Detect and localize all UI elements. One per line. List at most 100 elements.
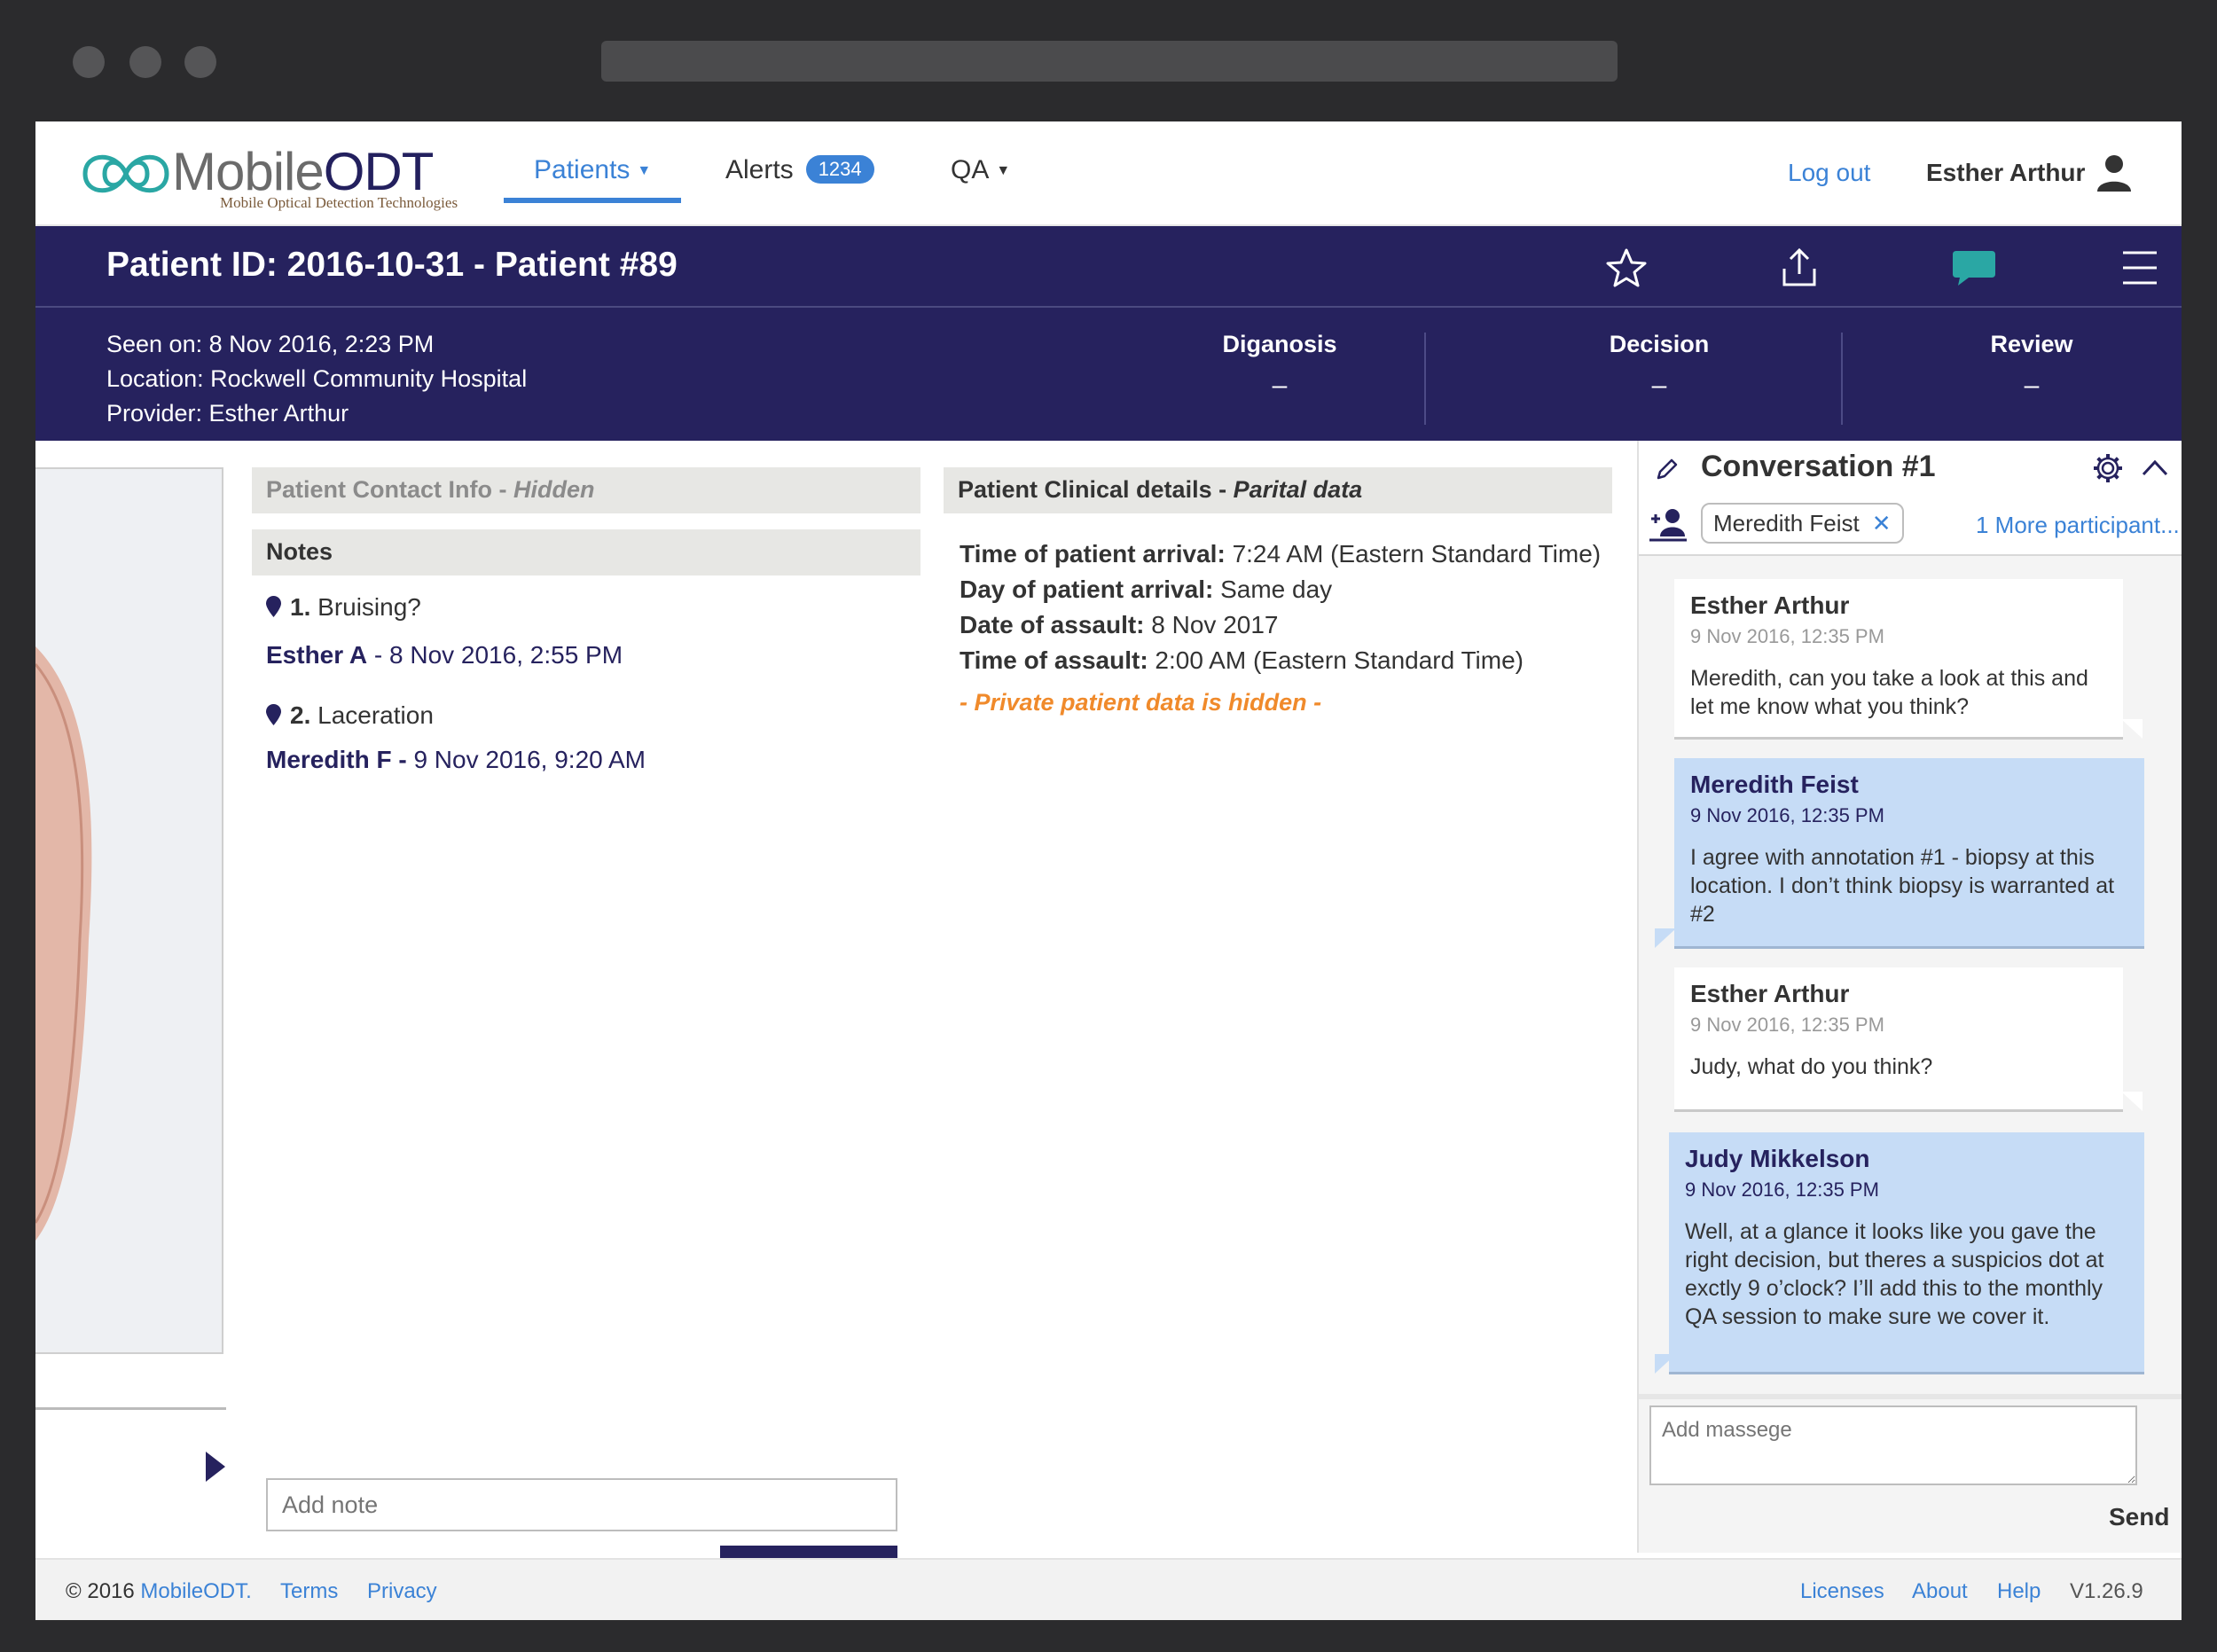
location: Location: Rockwell Community Hospital <box>106 365 528 392</box>
clinical-key: Time of patient arrival: <box>960 540 1226 568</box>
clinical-row: Date of assault: 8 Nov 2017 <box>960 611 1279 639</box>
contact-info-header[interactable]: Patient Contact Info - Hidden <box>252 467 920 513</box>
about-link[interactable]: About <box>1912 1579 1968 1604</box>
menu-icon[interactable] <box>2121 247 2158 288</box>
note-item-1[interactable]: 1. Bruising? <box>266 593 421 622</box>
add-note-input[interactable] <box>266 1478 897 1531</box>
licenses-link[interactable]: Licenses <box>1800 1579 1884 1604</box>
patient-image[interactable] <box>35 467 223 1354</box>
note-number: 1. <box>290 593 311 621</box>
window-close-dot[interactable] <box>73 46 105 78</box>
play-icon[interactable] <box>206 1452 225 1482</box>
logo-tagline: Mobile Optical Detection Technologies <box>220 194 458 211</box>
send-button[interactable]: Send <box>2109 1503 2169 1531</box>
terms-link[interactable]: Terms <box>280 1579 338 1604</box>
message-input[interactable] <box>1649 1405 2137 1485</box>
gear-icon[interactable] <box>2091 451 2125 485</box>
note-item-2[interactable]: 2. Laceration <box>266 701 434 730</box>
logout-link[interactable]: Log out <box>1788 159 1870 187</box>
company-link[interactable]: MobileODT. <box>140 1579 251 1603</box>
clinical-value: Same day <box>1213 575 1333 603</box>
chevron-up-icon[interactable] <box>2141 457 2169 478</box>
clinical-value: 7:24 AM (Eastern Standard Time) <box>1225 540 1602 568</box>
contact-info-status: Hidden <box>513 476 595 503</box>
clinical-value: 2:00 AM (Eastern Standard Time) <box>1148 646 1524 674</box>
caret-down-icon: ▼ <box>637 163 652 179</box>
browser-chrome <box>0 0 2217 121</box>
note-author-2: Meredith F - 9 Nov 2016, 9:20 AM <box>266 746 646 774</box>
column-divider <box>1841 333 1843 425</box>
note-date: 9 Nov 2016, 9:20 AM <box>413 746 646 773</box>
nav-qa[interactable]: QA ▼ <box>951 155 1010 185</box>
nav-patients-label: Patients <box>534 155 631 184</box>
patient-meta: Seen on: 8 Nov 2016, 2:23 PM Location: R… <box>106 327 527 431</box>
address-bar[interactable] <box>601 41 1618 82</box>
logo-wordmark-odt: ODT <box>323 142 435 201</box>
message-text: Judy, what do you think? <box>1690 1054 1933 1079</box>
nav-active-indicator <box>504 198 681 203</box>
contact-info-label: Patient Contact Info - <box>266 476 513 503</box>
clinical-key: Time of assault: <box>960 646 1148 674</box>
conversation-title: Conversation #1 <box>1701 450 1936 483</box>
nav-patients[interactable]: Patients ▼ <box>534 155 651 185</box>
note-text: Bruising? <box>317 593 421 621</box>
patient-image-graphic <box>35 646 92 1241</box>
patient-info: Seen on: 8 Nov 2016, 2:23 PM Location: R… <box>35 308 2182 441</box>
version-label: V1.26.9 <box>2070 1579 2143 1603</box>
clinical-key: Date of assault: <box>960 611 1145 638</box>
nav-qa-label: QA <box>951 155 990 184</box>
message-bubble: Judy Mikkelson 9 Nov 2016, 12:35 PM Well… <box>1669 1132 2144 1372</box>
note-text: Laceration <box>317 701 434 729</box>
nav-alerts[interactable]: Alerts 1234 <box>725 155 874 185</box>
decision-column[interactable]: Decision – <box>1539 331 1779 401</box>
conversation-header: Conversation #1 <box>1639 441 2182 490</box>
message-author: Esther Arthur <box>1690 980 1850 1007</box>
message-list-divider <box>1639 1394 2182 1399</box>
logo-mark-icon <box>82 154 169 193</box>
note-number: 2. <box>290 701 311 729</box>
message-time: 9 Nov 2016, 12:35 PM <box>1690 1014 1884 1036</box>
clinical-details-header[interactable]: Patient Clinical details - Parital data <box>944 467 1612 513</box>
clinical-details-status: Parital data <box>1233 476 1363 503</box>
participant-chip[interactable]: Meredith Feist ✕ <box>1701 503 1904 544</box>
image-divider <box>35 1407 226 1410</box>
more-participants-link[interactable]: 1 More participant... <box>1976 512 2180 539</box>
patient-title: Patient ID: 2016-10-31 - Patient #89 <box>106 246 678 284</box>
message-time: 9 Nov 2016, 12:35 PM <box>1690 625 1884 647</box>
nav-alerts-label: Alerts <box>725 155 794 184</box>
message-text: Well, at a glance it looks like you gave… <box>1685 1219 2104 1329</box>
patient-header: Patient ID: 2016-10-31 - Patient #89 <box>35 226 2182 308</box>
clinical-details-label: Patient Clinical details - <box>958 476 1234 503</box>
add-participant-icon[interactable] <box>1649 506 1687 542</box>
review-label: Review <box>1990 331 2073 357</box>
clinical-row: Time of assault: 2:00 AM (Eastern Standa… <box>960 646 1524 675</box>
message-time: 9 Nov 2016, 12:35 PM <box>1685 1178 1879 1201</box>
note-author: Meredith F - <box>266 746 414 773</box>
review-column[interactable]: Review – <box>1912 331 2151 401</box>
message-bubble: Meredith Feist 9 Nov 2016, 12:35 PM I ag… <box>1674 758 2144 946</box>
message-tail <box>2121 719 2143 739</box>
logo[interactable]: MobileODT Mobile Optical Detection Techn… <box>82 139 472 212</box>
seen-on: Seen on: 8 Nov 2016, 2:23 PM <box>106 331 435 357</box>
message-text: I agree with annotation #1 - biopsy at t… <box>1690 845 2115 927</box>
star-icon[interactable] <box>1605 247 1648 288</box>
clinical-row: Time of patient arrival: 7:24 AM (Easter… <box>960 540 1601 568</box>
close-icon[interactable]: ✕ <box>1872 510 1892 536</box>
message-author: Meredith Feist <box>1690 771 1859 798</box>
privacy-link[interactable]: Privacy <box>367 1579 437 1604</box>
notes-header: Notes <box>252 529 920 575</box>
user-icon[interactable] <box>2096 153 2132 192</box>
help-link[interactable]: Help <box>1997 1579 2041 1604</box>
message-bubble: Esther Arthur 9 Nov 2016, 12:35 PM Judy,… <box>1674 967 2123 1109</box>
column-divider <box>1424 333 1426 425</box>
chat-icon[interactable] <box>1951 247 1997 288</box>
footer-copyright: © 2016 MobileODT. <box>66 1579 252 1604</box>
note-author-1: Esther A - 8 Nov 2016, 2:55 PM <box>266 641 623 669</box>
window-maximize-dot[interactable] <box>184 46 216 78</box>
diagnosis-column[interactable]: Diganosis – <box>1160 331 1399 401</box>
share-icon[interactable] <box>1779 247 1820 288</box>
edit-icon[interactable] <box>1655 457 1680 482</box>
window-minimize-dot[interactable] <box>129 46 161 78</box>
app-window: MobileODT Mobile Optical Detection Techn… <box>35 121 2182 1620</box>
message-author: Judy Mikkelson <box>1685 1145 1870 1172</box>
